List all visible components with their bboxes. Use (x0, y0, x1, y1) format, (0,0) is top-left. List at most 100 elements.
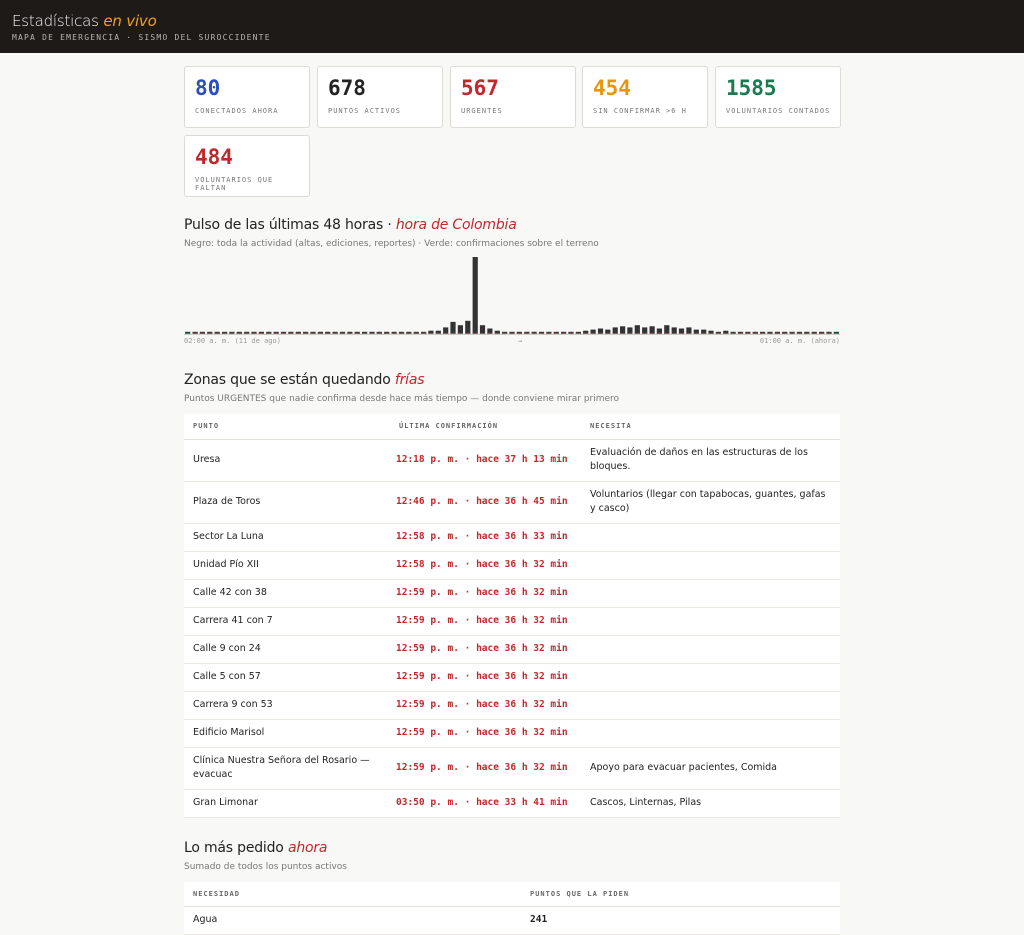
cold-zones-table: PUNTO ÚLTIMA CONFIRMACIÓN NECESITA Uresa… (184, 414, 840, 818)
confirmation-bar (737, 332, 744, 334)
confirmation-bar (627, 332, 633, 334)
confirmation-bar (369, 332, 375, 334)
page-subtitle: MAPA DE EMERGENCIA · SISMO DEL SUROCCIDE… (12, 33, 271, 42)
most-title-emphasis: ahora (287, 840, 328, 856)
confirmation-bar (502, 332, 508, 334)
confirmation-bar (575, 332, 581, 334)
table-header-row: PUNTO ÚLTIMA CONFIRMACIÓN NECESITA (184, 414, 840, 440)
cell-necesita (581, 579, 840, 608)
confirmation-bar (826, 332, 832, 334)
confirmation-bar (295, 332, 301, 334)
cell-punto: Calle 5 con 57 (184, 663, 390, 692)
confirmation-bar (258, 332, 264, 334)
confirmation-bar (767, 332, 773, 334)
stat-card-volunteers-missing: 484 VOLUNTARIOS QUE FALTAN (184, 135, 310, 197)
activity-bar (479, 325, 486, 334)
cell-confirmacion: 12:59 p. m. · hace 36 h 32 min (390, 719, 581, 748)
cell-punto: Carrera 41 con 7 (184, 607, 390, 636)
cell-necesita: Apoyo para evacuar pacientes, Comida (581, 747, 840, 790)
confirmation-bar (583, 332, 589, 334)
confirmation-bar (546, 332, 552, 334)
table-row: Calle 5 con 57 12:59 p. m. · hace 36 h 32… (184, 663, 840, 692)
confirmation-bar (398, 332, 405, 334)
confirmation-bar (561, 332, 567, 334)
confirmation-bar (597, 332, 604, 334)
confirmation-bar (656, 332, 662, 334)
most-requested-section: Lo más pedido ahora Sumado de todos los … (184, 840, 840, 935)
confirmation-bar (222, 332, 228, 334)
confirmation-bar (723, 332, 729, 334)
confirmation-bar (185, 332, 191, 334)
table-row: Calle 42 con 38 12:59 p. m. · hace 36 h 3… (184, 579, 840, 608)
cell-punto: Uresa (184, 439, 390, 482)
confirmation-bar (516, 332, 522, 334)
confirmation-bar (406, 332, 412, 334)
confirmation-bar (752, 332, 758, 334)
confirmation-bar (479, 332, 486, 334)
table-header-row: NECESIDAD PUNTOS QUE LA PIDEN (184, 882, 840, 907)
column-header-puntos: PUNTOS QUE LA PIDEN (521, 882, 840, 907)
confirmation-bar (443, 332, 449, 334)
table-row: Uresa 12:18 p. m. · hace 37 h 13 min Evalu… (184, 439, 840, 482)
pulse-title: Pulso de las últimas 48 horas · hora de … (184, 217, 840, 233)
cell-puntos: 241 (521, 906, 840, 935)
stat-label: URGENTES (461, 107, 503, 115)
confirmation-bar (199, 332, 205, 334)
confirmation-bar (273, 332, 279, 334)
axis-start-label: 02:00 a. m. (11 de ago) (184, 337, 281, 345)
confirmation-bar (303, 332, 309, 334)
cell-necesita (581, 551, 840, 580)
confirmation-bar (310, 332, 316, 334)
cold-zones-title: Zonas que se están quedando frías (184, 372, 840, 388)
confirmation-bar (325, 332, 331, 334)
table-row: Carrera 41 con 7 12:59 p. m. · hace 36 h … (184, 607, 840, 636)
table-row: Plaza de Toros 12:46 p. m. · hace 36 h 45… (184, 481, 840, 524)
most-title-text: Lo más pedido (184, 840, 284, 856)
most-requested-body: Agua 241 (184, 906, 840, 935)
confirmation-bar (708, 332, 714, 334)
confirmation-bar (833, 332, 839, 334)
confirmation-bar (354, 332, 360, 334)
axis-arrow: → (518, 337, 523, 345)
confirmation-bar (509, 332, 515, 334)
confirmation-bar (701, 332, 707, 334)
top-bar: Estadísticas en vivo MAPA DE EMERGENCIA … (0, 0, 1024, 53)
stat-card-connected: 80 CONECTADOS AHORA (184, 66, 310, 128)
cell-punto: Edificio Marisol (184, 719, 390, 748)
confirmation-bar (376, 332, 382, 334)
activity-bar (634, 325, 640, 334)
stat-label: SIN CONFIRMAR >6 H (593, 107, 687, 115)
cold-title-text: Zonas que se están quedando (184, 372, 391, 388)
stat-value: 80 (195, 76, 221, 100)
confirmation-bar (745, 332, 751, 334)
confirmation-bar (317, 332, 323, 334)
confirmation-bar (450, 332, 456, 334)
confirmation-bar (288, 332, 294, 334)
table-row: Clínica Nuestra Señora del Rosario — eva… (184, 747, 840, 790)
cell-punto: Sector La Luna (184, 523, 390, 552)
main-content: 80 CONECTADOS AHORA 678 PUNTOS ACTIVOS 5… (184, 66, 841, 935)
confirmation-bar (634, 332, 640, 334)
cell-necesita: Voluntarios (llegar con tapabocas, guant… (581, 481, 840, 524)
table-row: Unidad Pío XII 12:58 p. m. · hace 36 h 32… (184, 551, 840, 580)
activity-bar (472, 257, 478, 334)
cell-confirmacion: 12:59 p. m. · hace 36 h 32 min (390, 663, 581, 692)
confirmation-bar (804, 332, 810, 334)
cell-confirmacion: 12:46 p. m. · hace 36 h 45 min (390, 481, 581, 524)
cell-confirmacion: 12:58 p. m. · hace 36 h 32 min (390, 551, 581, 580)
activity-bar (465, 320, 471, 334)
confirmation-bar (693, 332, 699, 334)
cell-punto: Unidad Pío XII (184, 551, 390, 580)
cell-punto: Clínica Nuestra Señora del Rosario — eva… (184, 747, 390, 790)
cold-zones-subtitle: Puntos URGENTES que nadie confirma desde… (184, 394, 620, 404)
confirmation-bar (413, 332, 419, 334)
table-row: Agua 241 (184, 906, 840, 935)
stat-value: 1585 (726, 76, 777, 100)
confirmation-bar (568, 332, 574, 334)
stat-value: 567 (461, 76, 499, 100)
activity-bar (649, 326, 655, 334)
cold-zones-body: Uresa 12:18 p. m. · hace 37 h 13 min Evalu… (184, 439, 840, 818)
confirmation-bar (347, 332, 353, 334)
cell-confirmacion: 12:59 p. m. · hace 36 h 32 min (390, 607, 581, 636)
page-title: Estadísticas en vivo (12, 12, 157, 30)
